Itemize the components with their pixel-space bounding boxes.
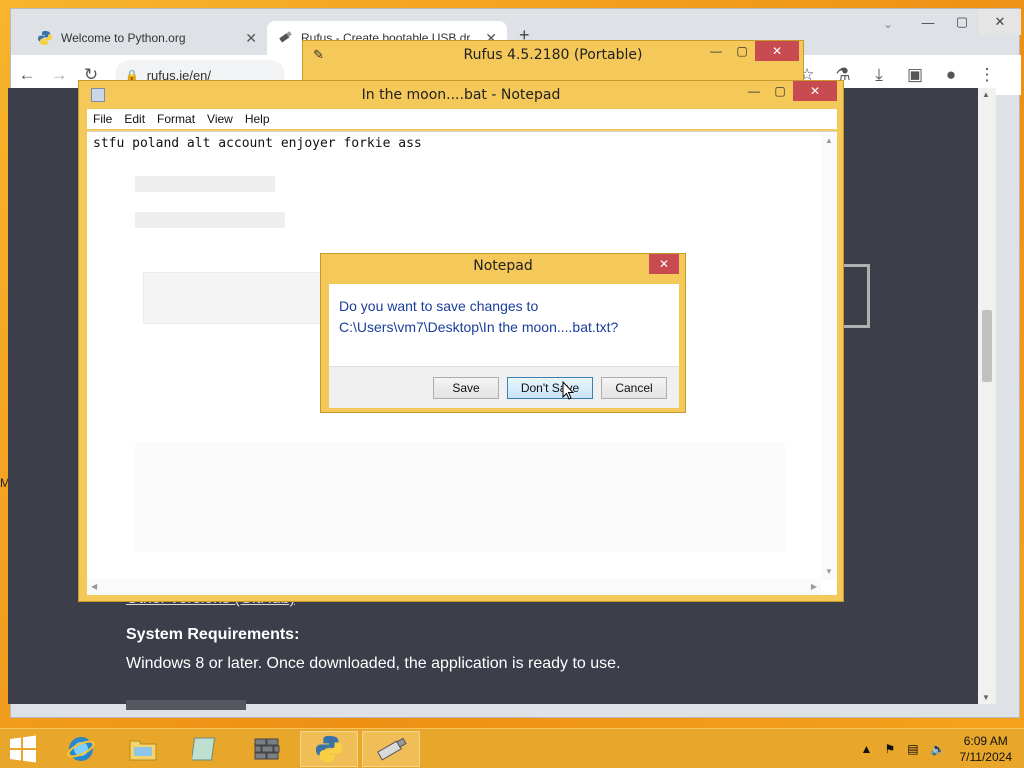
notepad-window-controls: — ▢ ✕: [741, 81, 837, 101]
download-icon[interactable]: ⤓: [863, 59, 895, 91]
maximize-icon[interactable]: ▢: [729, 41, 755, 61]
scroll-down-icon[interactable]: ▼: [982, 693, 990, 702]
maximize-icon[interactable]: ▢: [767, 81, 793, 101]
chrome-window-controls: — ▢ ✕: [911, 9, 1021, 35]
clock-time: 6:09 AM: [963, 734, 1008, 748]
volume-muted-icon[interactable]: 🔈: [931, 742, 946, 756]
ie-icon[interactable]: [52, 731, 110, 767]
faded-background: [135, 442, 785, 552]
action-center-flag-icon[interactable]: ⚑: [884, 742, 895, 756]
dialog-message-line1: Do you want to save changes to: [339, 298, 539, 314]
forward-icon[interactable]: →: [43, 59, 75, 91]
save-button[interactable]: Save: [433, 377, 499, 399]
notepad-icon[interactable]: [176, 731, 234, 767]
clock-date: 7/11/2024: [959, 750, 1013, 764]
dialog-title: Notepad: [473, 258, 533, 274]
cancel-button[interactable]: Cancel: [601, 377, 667, 399]
scroll-right-icon[interactable]: ▶: [811, 582, 817, 591]
save-changes-dialog: Notepad ✕ Do you want to save changes to…: [320, 253, 686, 413]
close-icon[interactable]: ✕: [979, 9, 1021, 35]
dialog-message-line2: C:\Users\vm7\Desktop\In the moon....bat.…: [339, 319, 619, 335]
python-icon: [37, 30, 53, 46]
maximize-icon[interactable]: ▢: [945, 9, 979, 35]
chevron-down-icon[interactable]: ⌄: [883, 17, 893, 31]
side-panel-icon[interactable]: ▣: [899, 59, 931, 91]
file-explorer-icon[interactable]: [114, 731, 172, 767]
page-scrollbar[interactable]: ▲ ▼: [978, 88, 996, 704]
menu-kebab-icon[interactable]: ⋮: [971, 59, 1003, 91]
menu-view[interactable]: View: [201, 112, 239, 126]
dialog-button-bar: Save Don't Save Cancel: [329, 366, 679, 408]
scrollbar-thumb[interactable]: [982, 310, 992, 382]
notepad-vertical-scrollbar[interactable]: ▲ ▼: [821, 132, 837, 580]
minimize-icon[interactable]: —: [703, 41, 729, 61]
close-icon[interactable]: ✕: [755, 41, 799, 61]
tab-python[interactable]: Welcome to Python.org ✕: [27, 21, 267, 55]
page-faded-heading: [126, 700, 246, 710]
firewall-icon[interactable]: [238, 731, 296, 767]
taskbar-clock[interactable]: 6:09 AM 7/11/2024: [960, 733, 1013, 765]
notepad-horizontal-scrollbar[interactable]: ◀ ▶: [87, 579, 821, 595]
menu-file[interactable]: File: [87, 112, 118, 126]
notepad-menubar: File Edit Format View Help: [87, 109, 837, 129]
python-icon[interactable]: [300, 731, 358, 767]
profile-icon[interactable]: ●: [935, 59, 967, 91]
usb-drive-icon[interactable]: [362, 731, 420, 767]
network-icon[interactable]: ▤: [907, 742, 918, 756]
dialog-message: Do you want to save changes to C:\Users\…: [339, 296, 618, 338]
system-requirements-heading: System Requirements:: [126, 626, 300, 643]
close-tab-icon[interactable]: ✕: [245, 30, 257, 47]
minimize-icon[interactable]: —: [741, 81, 767, 101]
dont-save-button[interactable]: Don't Save: [507, 377, 593, 399]
notepad-content: stfu poland alt account enjoyer forkie a…: [93, 136, 422, 151]
tray-expand-icon[interactable]: ▲: [861, 742, 873, 756]
scroll-left-icon[interactable]: ◀: [91, 582, 97, 591]
notepad-title: In the moon....bat - Notepad: [361, 87, 561, 103]
mouse-cursor-icon: [562, 381, 574, 400]
windows-start-icon[interactable]: [8, 735, 38, 763]
scroll-down-icon[interactable]: ▼: [825, 567, 833, 576]
scroll-up-icon[interactable]: ▲: [825, 136, 833, 145]
menu-edit[interactable]: Edit: [118, 112, 151, 126]
close-icon[interactable]: ✕: [649, 254, 679, 274]
back-icon[interactable]: ←: [11, 59, 43, 91]
faded-background: [135, 176, 275, 192]
system-requirements-text: Windows 8 or later. Once downloaded, the…: [126, 655, 621, 672]
dialog-body: Do you want to save changes to C:\Users\…: [329, 284, 679, 366]
tab-title: Welcome to Python.org: [61, 31, 186, 45]
rufus-window-controls: — ▢ ✕: [703, 41, 799, 61]
rufus-icon: [277, 30, 293, 46]
close-icon[interactable]: ✕: [793, 81, 837, 101]
taskbar: ▲ ⚑ ▤ 🔈 6:09 AM 7/11/2024: [0, 728, 1024, 768]
system-tray: ▲ ⚑ ▤ 🔈 6:09 AM 7/11/2024: [855, 729, 1024, 768]
faded-background: [135, 212, 285, 228]
menu-help[interactable]: Help: [239, 112, 276, 126]
minimize-icon[interactable]: —: [911, 9, 945, 35]
faded-background: [143, 272, 323, 324]
scroll-up-icon[interactable]: ▲: [982, 90, 990, 99]
menu-format[interactable]: Format: [151, 112, 201, 126]
